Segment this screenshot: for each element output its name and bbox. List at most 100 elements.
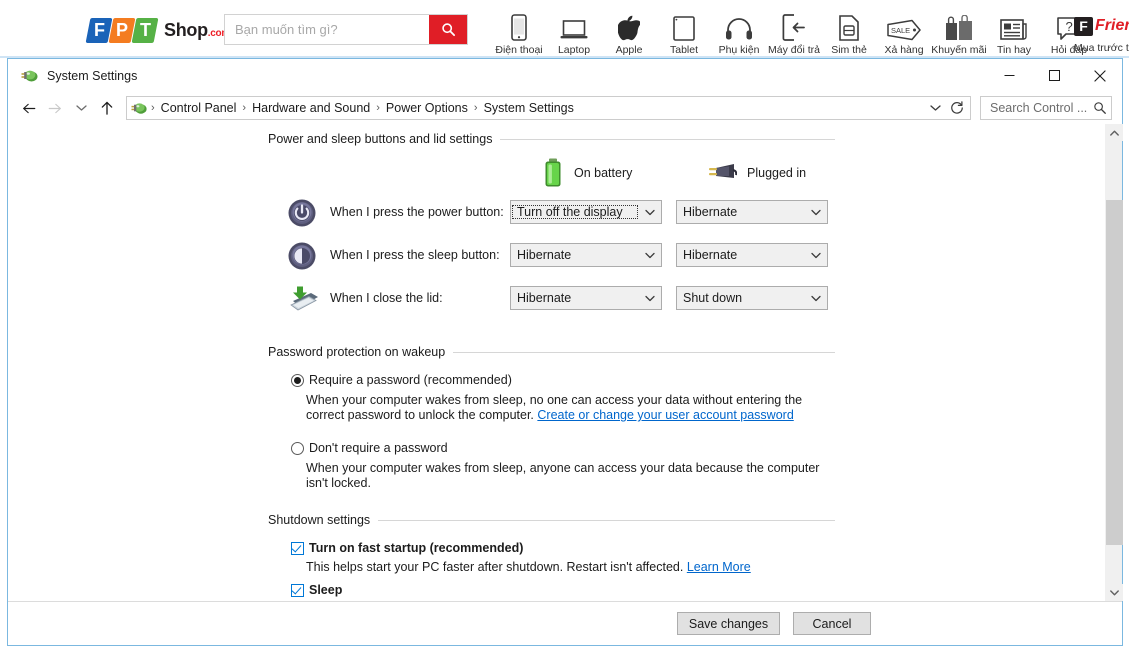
- chevron-down-icon: [639, 252, 661, 259]
- sim-card-icon: [839, 13, 859, 41]
- nav-item-phu-kien[interactable]: Phụ kiện: [712, 4, 766, 56]
- nav-item-tin-hay[interactable]: Tin hay: [987, 4, 1041, 56]
- breadcrumb-item-system-settings[interactable]: System Settings: [479, 99, 579, 117]
- nav-label: Phụ kiện: [718, 44, 760, 56]
- nav-item-may-doi-tra[interactable]: Máy đổi trả: [767, 4, 821, 56]
- combo-sleep-button-on-battery[interactable]: Hibernate: [510, 243, 662, 267]
- maximize-button[interactable]: [1032, 59, 1077, 92]
- site-search-input[interactable]: [225, 15, 429, 44]
- section-title: Power and sleep buttons and lid settings: [268, 132, 493, 146]
- combo-close-lid-plugged-in[interactable]: Shut down: [676, 286, 828, 310]
- nav-label: Xả hàng: [884, 44, 924, 56]
- search-icon: [441, 23, 455, 37]
- combo-power-button-plugged-in[interactable]: Hibernate: [676, 200, 828, 224]
- combo-power-button-on-battery[interactable]: Turn off the display: [510, 200, 662, 224]
- friends-label: Mua trước t: [1074, 42, 1129, 54]
- system-settings-window: System Settings › Control Panel › Hardwa…: [7, 58, 1123, 646]
- power-grid-column-headers: On battery Plugged in: [8, 154, 1105, 194]
- back-button[interactable]: [16, 95, 42, 121]
- vertical-scrollbar[interactable]: [1105, 124, 1123, 601]
- chevron-down-icon: [805, 209, 827, 216]
- save-changes-button[interactable]: Save changes: [677, 612, 780, 635]
- control-panel-search-box[interactable]: [980, 96, 1112, 120]
- breadcrumb-item-control-panel[interactable]: Control Panel: [156, 99, 242, 117]
- scroll-up-button[interactable]: [1106, 124, 1123, 141]
- nav-item-laptop[interactable]: Laptop: [547, 4, 601, 56]
- nav-item-xa-hang[interactable]: SALE Xả hàng: [877, 4, 931, 56]
- row-label: When I press the sleep button:: [330, 248, 500, 262]
- settings-content-pane: Power and sleep buttons and lid settings: [8, 124, 1105, 601]
- phone-return-icon: [782, 13, 806, 41]
- nav-label: Sim thẻ: [831, 44, 867, 56]
- site-search-button[interactable]: [429, 15, 467, 44]
- section-title: Password protection on wakeup: [268, 345, 446, 359]
- learn-more-link[interactable]: Learn More: [687, 560, 751, 574]
- option-title[interactable]: Turn on fast startup (recommended): [309, 541, 523, 555]
- column-plugged-in: Plugged in: [703, 161, 806, 185]
- breadcrumb[interactable]: › Control Panel › Hardware and Sound › P…: [126, 96, 971, 120]
- section-rule: [500, 138, 835, 140]
- radio-dont-require-password[interactable]: [291, 442, 304, 455]
- battery-icon: [545, 158, 561, 187]
- combo-close-lid-on-battery[interactable]: Hibernate: [510, 286, 662, 310]
- nav-item-dien-thoai[interactable]: Điện thoại: [492, 4, 546, 56]
- option-description: When your computer wakes from sleep, any…: [306, 461, 820, 490]
- search-icon: [1094, 102, 1106, 114]
- chevron-up-icon: [1110, 130, 1119, 136]
- close-button[interactable]: [1077, 59, 1122, 92]
- forward-button[interactable]: [42, 95, 68, 121]
- refresh-button[interactable]: [946, 97, 968, 119]
- breadcrumb-dropdown-button[interactable]: [924, 97, 946, 119]
- option-require-password: Require a password (recommended) When yo…: [8, 373, 1105, 441]
- option-title[interactable]: Require a password (recommended): [309, 373, 512, 387]
- column-on-battery: On battery: [542, 158, 632, 188]
- scrollbar-thumb[interactable]: [1106, 200, 1123, 545]
- column-label: On battery: [574, 166, 633, 180]
- option-title[interactable]: Sleep: [309, 583, 342, 597]
- nav-label: Laptop: [557, 44, 591, 56]
- combo-value: Turn off the display: [512, 205, 638, 219]
- logo-letter-f: F: [93, 19, 105, 40]
- maximize-icon: [1049, 70, 1060, 81]
- search-input[interactable]: [988, 100, 1093, 116]
- nav-item-tablet[interactable]: Tablet: [657, 4, 711, 56]
- recent-locations-button[interactable]: [68, 95, 94, 121]
- nav-item-sim-the[interactable]: Sim thẻ: [822, 4, 876, 56]
- up-arrow-icon: [101, 101, 113, 115]
- option-title[interactable]: Don't require a password: [309, 441, 448, 455]
- radio-require-password[interactable]: [291, 374, 304, 387]
- window-titlebar[interactable]: System Settings: [8, 59, 1122, 92]
- fpt-shop-logo[interactable]: F P T Shop.com.vn: [85, 16, 244, 44]
- power-buttons-grid: On battery Plugged in When I press the p…: [8, 154, 1105, 323]
- site-nav: Điện thoại Laptop Apple Tablet Phụ kiện: [492, 2, 1097, 56]
- section-header-password-protection: Password protection on wakeup: [268, 345, 835, 359]
- checkbox-sleep[interactable]: [291, 584, 304, 597]
- headphone-icon: [725, 13, 753, 41]
- cancel-button[interactable]: Cancel: [793, 612, 871, 635]
- control-panel-icon: [131, 100, 148, 117]
- create-change-password-link[interactable]: Create or change your user account passw…: [537, 408, 793, 422]
- minimize-button[interactable]: [987, 59, 1032, 92]
- site-search-box[interactable]: [224, 14, 468, 45]
- apple-icon: [618, 13, 640, 41]
- friends-brand-text: Frien: [1095, 17, 1129, 34]
- combo-sleep-button-plugged-in[interactable]: Hibernate: [676, 243, 828, 267]
- nav-item-friends[interactable]: F Frien Mua trước t: [1074, 2, 1129, 54]
- checkbox-fast-startup[interactable]: [291, 542, 304, 555]
- shopping-bags-icon: [944, 13, 974, 41]
- footer-button-group: Save changes Cancel: [677, 612, 871, 635]
- news-icon: [1000, 13, 1028, 41]
- breadcrumb-item-hardware-and-sound[interactable]: Hardware and Sound: [247, 99, 375, 117]
- minimize-icon: [1004, 75, 1015, 76]
- sale-tag-icon: SALE: [887, 13, 921, 41]
- dialog-footer: Save changes Cancel: [8, 601, 1122, 645]
- breadcrumb-item-power-options[interactable]: Power Options: [381, 99, 473, 117]
- chevron-down-icon: [929, 105, 941, 111]
- chevron-down-icon: [805, 252, 827, 259]
- nav-item-apple[interactable]: Apple: [602, 4, 656, 56]
- nav-label: Apple: [615, 44, 643, 56]
- combo-value: Hibernate: [517, 248, 572, 262]
- scroll-down-button[interactable]: [1106, 584, 1123, 601]
- nav-item-khuyen-mai[interactable]: Khuyến mãi: [931, 4, 987, 56]
- up-button[interactable]: [94, 95, 120, 121]
